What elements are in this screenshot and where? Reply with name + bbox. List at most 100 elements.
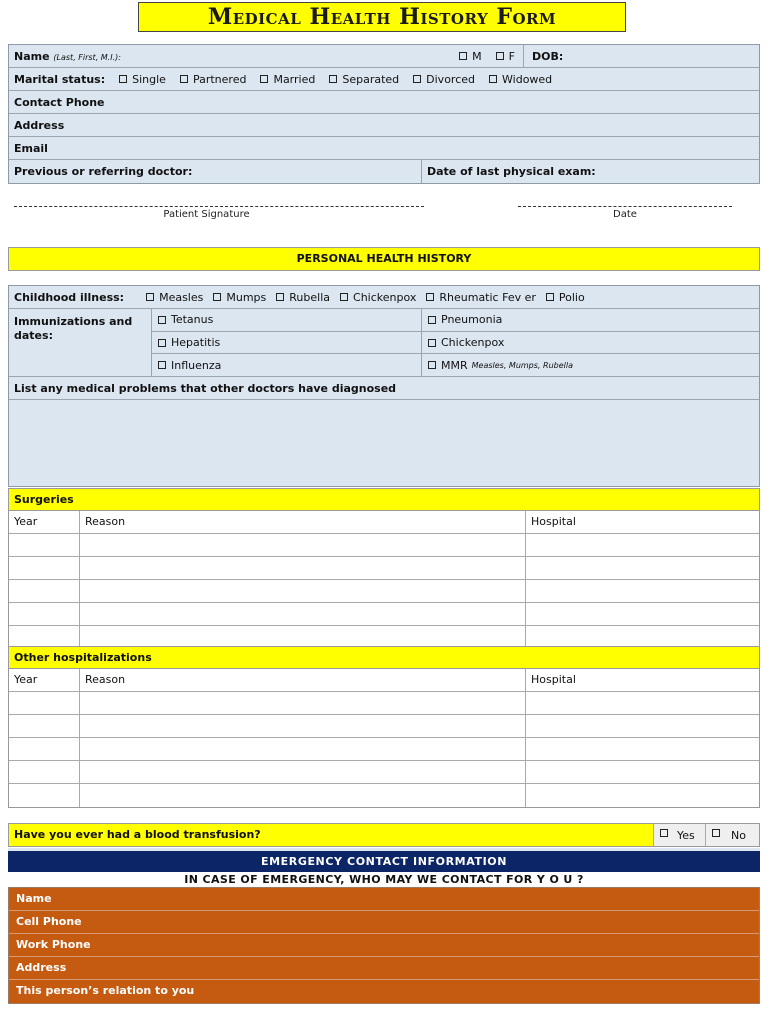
- hospital-cell[interactable]: [526, 557, 759, 579]
- checkbox-icon: [340, 293, 349, 301]
- checkbox-icon: [545, 293, 554, 301]
- transfusion-yes-checkbox[interactable]: Yes: [653, 824, 705, 846]
- checkbox-icon: [428, 361, 436, 370]
- transfusion-question: Have you ever had a blood transfusion?: [9, 824, 653, 846]
- childhood-chickenpox-checkbox[interactable]: Chickenpox: [340, 291, 416, 304]
- medical-problems-label: List any medical problems that other doc…: [14, 381, 397, 395]
- last-exam-field[interactable]: Date of last physical exam:: [422, 160, 759, 183]
- emergency-contact-fields: Name Cell Phone Work Phone Address This …: [8, 887, 760, 1004]
- reason-cell[interactable]: [80, 580, 526, 602]
- childhood-illness-row: Childhood illness: Measles Mumps Rubella…: [9, 286, 759, 309]
- contact-phone-field[interactable]: Contact Phone: [9, 91, 759, 114]
- checkbox-icon: [119, 75, 128, 83]
- checkbox-icon: [489, 75, 498, 83]
- emergency-name-field[interactable]: Name: [9, 888, 759, 911]
- checkbox-icon: [413, 75, 422, 83]
- marital-widowed-checkbox[interactable]: Widowed: [489, 73, 552, 86]
- email-field[interactable]: Email: [9, 137, 759, 160]
- year-cell[interactable]: [9, 715, 80, 737]
- immunization-mmr[interactable]: MMR Measles, Mumps, Rubella: [422, 354, 759, 376]
- emergency-address-field[interactable]: Address: [9, 957, 759, 980]
- name-label: Name (Last, First, M.I.):: [14, 49, 121, 63]
- childhood-rubella-checkbox[interactable]: Rubella: [276, 291, 330, 304]
- year-cell[interactable]: [9, 784, 80, 807]
- marital-divorced-checkbox[interactable]: Divorced: [413, 73, 475, 86]
- childhood-measles-checkbox[interactable]: Measles: [146, 291, 203, 304]
- childhood-polio-checkbox[interactable]: Polio: [545, 291, 585, 304]
- year-cell[interactable]: [9, 534, 80, 556]
- checkbox-icon: [276, 293, 285, 301]
- table-row: [9, 761, 759, 784]
- sex-m-checkbox[interactable]: M: [459, 50, 482, 63]
- hospital-cell[interactable]: [526, 715, 759, 737]
- patient-signature-label: Patient Signature: [163, 209, 250, 220]
- emergency-relation-field[interactable]: This person’s relation to you: [9, 980, 759, 1003]
- signature-date-line[interactable]: [518, 206, 732, 207]
- immunization-influenza[interactable]: Influenza: [152, 354, 422, 377]
- contact-phone-label: Contact Phone: [14, 95, 105, 109]
- reason-cell[interactable]: [80, 557, 526, 579]
- marital-separated-checkbox[interactable]: Separated: [329, 73, 399, 86]
- column-header-reason: Reason: [80, 669, 526, 691]
- immunization-pneumonia[interactable]: Pneumonia: [422, 309, 759, 331]
- signature-date-label: Date: [613, 209, 637, 220]
- reason-cell[interactable]: [80, 738, 526, 760]
- transfusion-no-checkbox[interactable]: No: [705, 824, 759, 846]
- last-exam-label: Date of last physical exam:: [427, 165, 596, 178]
- year-cell[interactable]: [9, 738, 80, 760]
- mmr-note: Measles, Mumps, Rubella: [471, 360, 573, 370]
- emergency-cell-phone-field[interactable]: Cell Phone: [9, 911, 759, 934]
- hospitalizations-header-row: Year Reason Hospital: [9, 669, 759, 692]
- table-row: [9, 715, 759, 738]
- address-field[interactable]: Address: [9, 114, 759, 137]
- hospital-cell[interactable]: [526, 580, 759, 602]
- reason-cell[interactable]: [80, 761, 526, 783]
- childhood-mumps-checkbox[interactable]: Mumps: [213, 291, 266, 304]
- checkbox-icon: [712, 829, 720, 837]
- patient-signature-line[interactable]: [14, 206, 424, 207]
- reason-cell[interactable]: [80, 784, 526, 807]
- year-cell[interactable]: [9, 580, 80, 602]
- marital-partnered-checkbox[interactable]: Partnered: [179, 73, 246, 86]
- checkbox-icon: [426, 293, 435, 301]
- surgeries-table: Year Reason Hospital: [8, 511, 760, 650]
- marital-single-checkbox[interactable]: Single: [119, 73, 166, 86]
- column-header-reason: Reason: [80, 511, 526, 533]
- dob-field[interactable]: DOB:: [523, 45, 759, 67]
- hospital-cell[interactable]: [526, 761, 759, 783]
- sex-f-checkbox[interactable]: F: [495, 50, 515, 63]
- referring-doctor-field[interactable]: Previous or referring doctor:: [9, 160, 422, 183]
- checkbox-icon: [213, 293, 222, 301]
- immunization-tetanus[interactable]: Tetanus: [152, 309, 422, 331]
- emergency-work-phone-field[interactable]: Work Phone: [9, 934, 759, 957]
- immunization-chickenpox[interactable]: Chickenpox: [422, 332, 759, 354]
- medical-problems-label-row: List any medical problems that other doc…: [9, 377, 759, 400]
- medical-problems-textarea[interactable]: [9, 400, 759, 486]
- reason-cell[interactable]: [80, 715, 526, 737]
- reason-cell[interactable]: [80, 603, 526, 625]
- reason-cell[interactable]: [80, 534, 526, 556]
- table-row: [9, 580, 759, 603]
- hospital-cell[interactable]: [526, 534, 759, 556]
- year-cell[interactable]: [9, 692, 80, 714]
- childhood-rheumatic-fever-checkbox[interactable]: Rheumatic Fev er: [426, 291, 536, 304]
- hospital-cell[interactable]: [526, 784, 759, 807]
- name-row[interactable]: Name (Last, First, M.I.): M F DOB:: [9, 45, 759, 68]
- checkbox-icon: [158, 361, 166, 370]
- address-label: Address: [14, 118, 65, 132]
- checkbox-icon: [459, 52, 468, 60]
- personal-health-section: Childhood illness: Measles Mumps Rubella…: [8, 285, 760, 487]
- immunization-hepatitis[interactable]: Hepatitis: [152, 331, 422, 354]
- doctor-row: Previous or referring doctor: Date of la…: [9, 160, 759, 183]
- year-cell[interactable]: [9, 557, 80, 579]
- hospital-cell[interactable]: [526, 603, 759, 625]
- column-header-year: Year: [9, 669, 80, 691]
- hospital-cell[interactable]: [526, 738, 759, 760]
- checkbox-icon: [495, 52, 504, 60]
- marital-married-checkbox[interactable]: Married: [260, 73, 315, 86]
- year-cell[interactable]: [9, 761, 80, 783]
- hospital-cell[interactable]: [526, 692, 759, 714]
- reason-cell[interactable]: [80, 692, 526, 714]
- year-cell[interactable]: [9, 603, 80, 625]
- checkbox-icon: [260, 75, 269, 83]
